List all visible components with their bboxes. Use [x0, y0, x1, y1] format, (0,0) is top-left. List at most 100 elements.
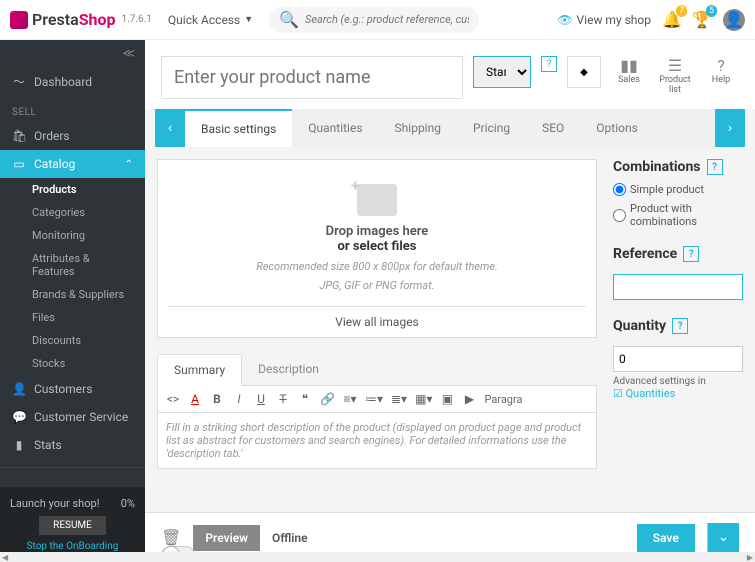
sidebar-sub-products[interactable]: Products — [0, 178, 145, 201]
logo-icon — [10, 11, 28, 29]
language-select[interactable]: ◆ — [567, 56, 601, 88]
list-icon: ☰ — [657, 56, 693, 75]
sidebar-sub-discounts[interactable]: Discounts — [0, 329, 145, 352]
chart-icon: ▮ — [12, 438, 26, 452]
sidebar-sub-categories[interactable]: Categories — [0, 201, 145, 224]
product-type-select[interactable]: Standard — [473, 56, 531, 88]
reference-heading: Reference? — [613, 246, 743, 262]
tabs-next-arrow[interactable]: › — [715, 109, 745, 147]
summary-editor[interactable]: Fill in a striking short description of … — [157, 413, 597, 469]
eye-icon: 👁 — [557, 13, 572, 27]
paragraph-select[interactable]: Paragra — [484, 393, 522, 406]
advanced-quantities-link[interactable]: ☑ Quantities — [613, 387, 743, 400]
chevron-up-icon: ⌃ — [125, 159, 133, 170]
save-button[interactable]: Save — [637, 524, 695, 552]
type-help-icon[interactable]: ? — [541, 56, 557, 72]
source-icon[interactable]: <> — [166, 392, 180, 406]
user-icon: 👤 — [724, 10, 744, 29]
desc-tab-summary[interactable]: Summary — [157, 354, 242, 386]
combinations-help-icon[interactable]: ? — [707, 159, 723, 175]
status-offline-label: Offline — [272, 531, 308, 545]
sidebar-item-dashboard[interactable]: 〜 Dashboard — [0, 66, 145, 97]
collapse-sidebar-icon[interactable]: ≪ — [122, 46, 135, 60]
cart-badge: 5 — [706, 5, 717, 17]
launch-pct: 0% — [121, 497, 135, 510]
stop-onboarding-link[interactable]: Stop the OnBoarding — [10, 541, 135, 552]
reference-input[interactable] — [613, 274, 743, 300]
sidebar-sub-attributes[interactable]: Attributes & Features — [0, 247, 145, 283]
quantity-heading: Quantity? — [613, 318, 743, 334]
launch-label: Launch your shop! — [10, 497, 100, 510]
section-sell-label: SELL — [0, 97, 145, 122]
bullet-list-icon[interactable]: ≔▾ — [365, 392, 383, 406]
image-icon[interactable]: ▣ — [440, 392, 454, 406]
user-avatar[interactable]: 👤 — [723, 9, 745, 31]
tabs-prev-arrow[interactable]: ‹ — [155, 109, 185, 147]
view-shop-label: View my shop — [577, 13, 651, 27]
save-dropdown-button[interactable]: ⌄ — [707, 523, 739, 552]
sidebar-item-customer-service[interactable]: 💬 Customer Service — [0, 403, 145, 431]
reference-help-icon[interactable]: ? — [683, 246, 699, 262]
sidebar-sub-files[interactable]: Files — [0, 306, 145, 329]
number-list-icon[interactable]: ≣▾ — [391, 392, 407, 406]
sidebar-item-customers[interactable]: 👤Customers — [0, 375, 145, 403]
horizontal-scrollbar[interactable]: ◀▶ — [0, 552, 755, 562]
quantity-input[interactable] — [613, 346, 743, 372]
notifications-button[interactable]: 🔔 7 — [663, 11, 681, 29]
logo[interactable]: PrestaShop — [10, 10, 116, 29]
product-list-tool[interactable]: ☰Product list — [657, 56, 693, 95]
sidebar-sub-monitoring[interactable]: Monitoring — [0, 224, 145, 247]
quote-icon[interactable]: ❝ — [298, 392, 312, 406]
camera-icon — [357, 184, 397, 216]
search-input[interactable] — [305, 13, 469, 26]
table-icon[interactable]: ▦▾ — [415, 392, 432, 406]
underline-icon[interactable]: U — [254, 392, 268, 406]
divider — [0, 467, 145, 468]
sales-tool[interactable]: ▮▮Sales — [611, 56, 647, 85]
tab-options[interactable]: Options — [580, 109, 654, 147]
catalog-label: Catalog — [34, 157, 75, 171]
dashboard-label: Dashboard — [34, 75, 92, 89]
bold-icon[interactable]: B — [210, 392, 224, 406]
radio-product-combinations[interactable]: Product with combinations — [613, 202, 743, 228]
quantity-help-icon[interactable]: ? — [672, 318, 688, 334]
headset-icon: 💬 — [12, 410, 26, 424]
tab-shipping[interactable]: Shipping — [379, 109, 457, 147]
tab-pricing[interactable]: Pricing — [457, 109, 526, 147]
sidebar-item-orders[interactable]: 🛍Orders — [0, 122, 145, 150]
view-shop-link[interactable]: 👁 View my shop — [557, 13, 651, 27]
sidebar-item-catalog[interactable]: ▭Catalog⌃ — [0, 150, 145, 178]
sidebar-item-stats[interactable]: ▮Stats — [0, 431, 145, 459]
link-icon[interactable]: 🔗 — [320, 392, 335, 406]
global-search[interactable]: 🔍 — [269, 7, 479, 33]
sidebar-sub-brands[interactable]: Brands & Suppliers — [0, 283, 145, 306]
hint-size: Recommended size 800 x 800px for default… — [168, 260, 586, 273]
radio-simple-product[interactable]: Simple product — [613, 183, 743, 196]
view-all-images-link[interactable]: View all images — [168, 306, 586, 337]
tab-basic-settings[interactable]: Basic settings — [185, 109, 292, 147]
trending-icon: 〜 — [12, 73, 26, 90]
image-dropzone[interactable]: Drop images here or select files Recomme… — [157, 159, 597, 338]
quick-access-menu[interactable]: Quick Access ▼ — [168, 13, 253, 27]
tab-seo[interactable]: SEO — [526, 109, 580, 147]
customers-label: Customers — [34, 382, 92, 396]
align-icon[interactable]: ≡▾ — [343, 392, 357, 406]
video-icon[interactable]: ▶ — [462, 392, 476, 406]
help-tool[interactable]: ?Help — [703, 56, 739, 85]
delete-button[interactable]: 🗑 — [161, 528, 181, 547]
quick-access-label: Quick Access — [168, 13, 240, 27]
resume-button[interactable]: RESUME — [39, 516, 106, 535]
sidebar-sub-stocks[interactable]: Stocks — [0, 352, 145, 375]
strike-icon[interactable]: T — [276, 392, 290, 406]
cs-label: Customer Service — [34, 410, 128, 424]
editor-toolbar: <> A B I U T ❝ 🔗 ≡▾ ≔▾ ≣▾ ▦▾ ▣ ▶ Paragra — [157, 386, 597, 413]
color-icon[interactable]: A — [188, 392, 202, 406]
preview-button[interactable]: Preview — [193, 525, 260, 551]
logo-text-presta: Presta — [32, 10, 79, 29]
search-icon: 🔍 — [279, 10, 299, 29]
trophy-button[interactable]: 🏆 5 — [693, 11, 711, 29]
product-name-input[interactable] — [161, 56, 463, 99]
italic-icon[interactable]: I — [232, 392, 246, 406]
tab-quantities[interactable]: Quantities — [292, 109, 378, 147]
desc-tab-description[interactable]: Description — [242, 354, 335, 385]
